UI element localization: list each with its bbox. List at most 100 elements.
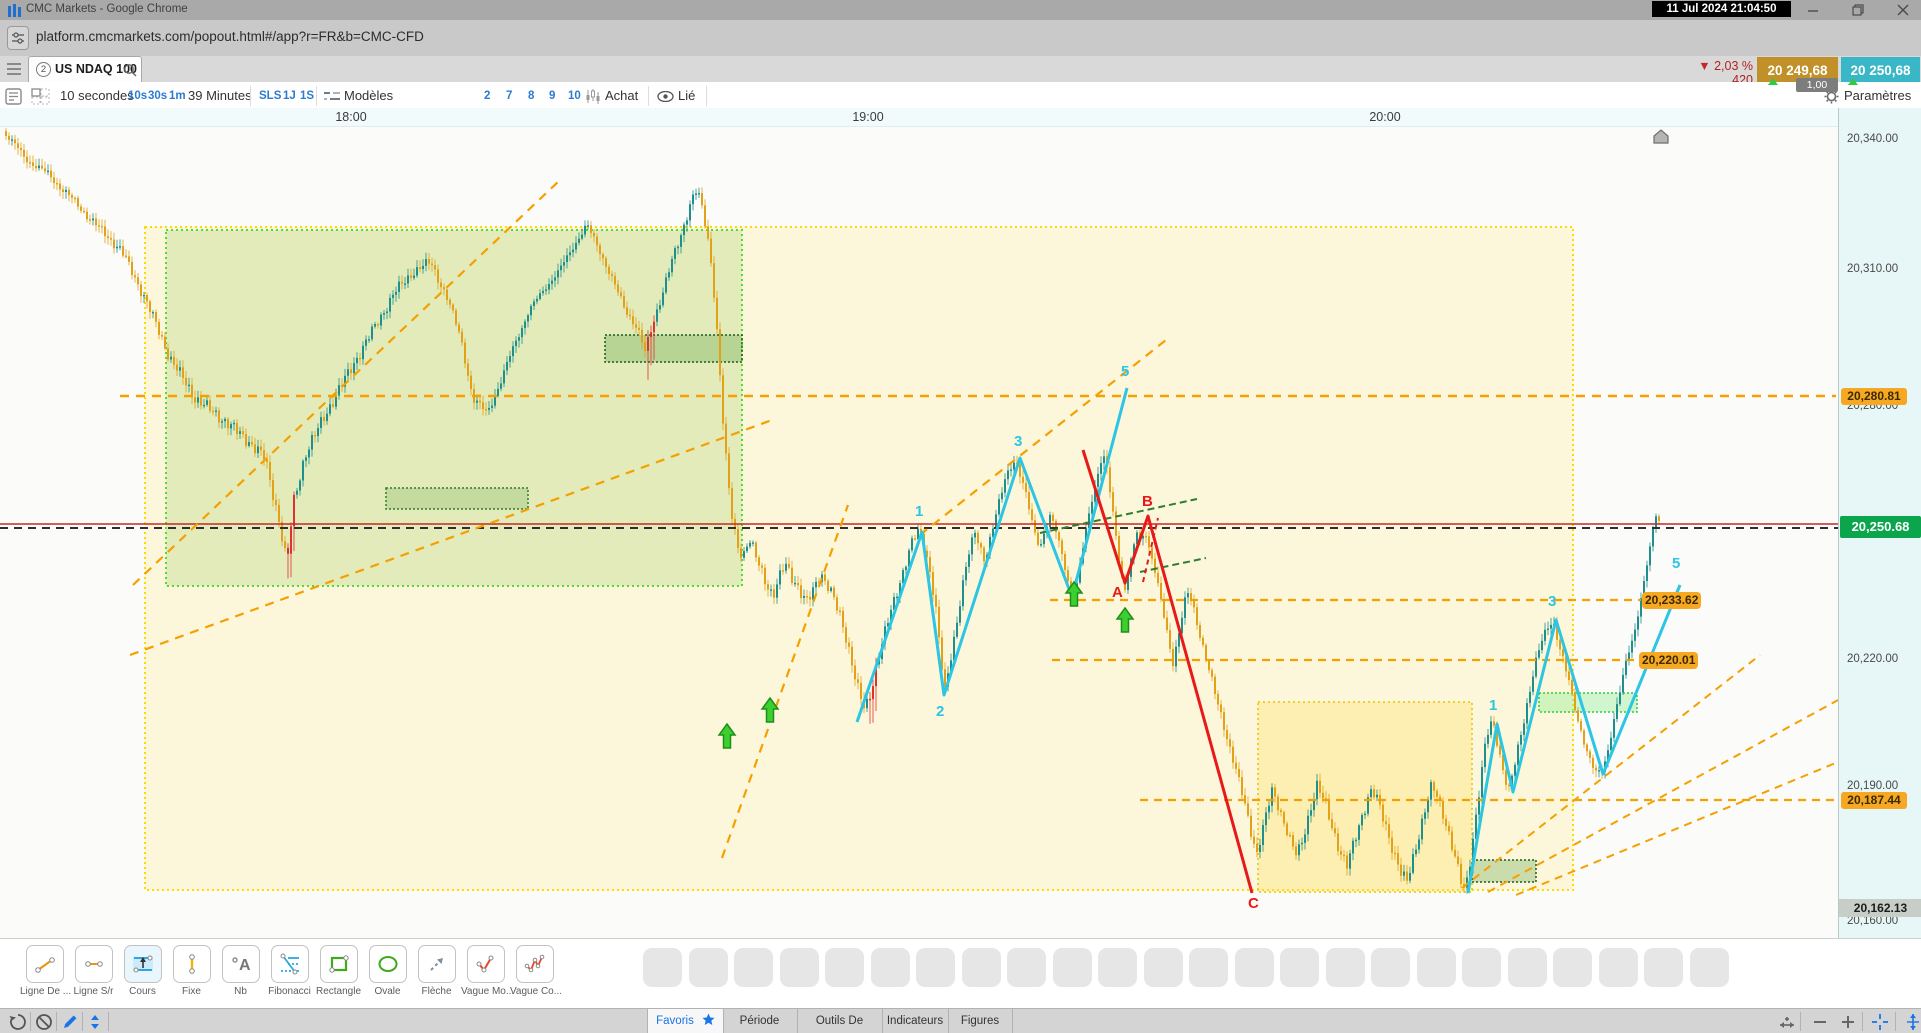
price-tick: 20,220.00 <box>1847 653 1899 665</box>
page-url[interactable]: platform.cmcmarkets.com/popout.html#/app… <box>36 29 424 44</box>
drawing-tool-fibonacci[interactable]: Fibonacci <box>265 945 314 997</box>
empty-tool-slot <box>870 948 910 987</box>
expand-horizontal-icon[interactable] <box>1778 1012 1798 1032</box>
empty-tool-slot <box>961 948 1001 987</box>
template-7[interactable]: 7 <box>506 82 512 110</box>
layout-grid-icon[interactable] <box>31 88 51 105</box>
disable-icon[interactable] <box>34 1012 54 1032</box>
zoom-out-icon[interactable] <box>1810 1012 1830 1032</box>
expand-vertical-icon[interactable] <box>1903 1012 1921 1032</box>
browser-address-bar[interactable]: platform.cmcmarkets.com/popout.html#/app… <box>0 20 1921 57</box>
restore-button[interactable] <box>1850 2 1866 18</box>
wave-label: C <box>1248 895 1259 912</box>
footer-tab-figures[interactable]: Figures <box>948 1009 1013 1033</box>
period-10s[interactable]: 10s <box>128 82 147 110</box>
empty-tool-slot <box>916 948 955 987</box>
dark-green-zone-2[interactable] <box>385 487 529 510</box>
template-10[interactable]: 10 <box>568 82 581 110</box>
empty-tool-slot <box>734 948 773 987</box>
drawing-tool-price-channel[interactable]: Cours <box>118 945 167 997</box>
templates-icon[interactable] <box>323 90 341 103</box>
drawing-tool-wave-corrective[interactable]: Vague Co... <box>510 945 562 997</box>
template-2[interactable]: 2 <box>484 82 490 110</box>
wave-label: 1 <box>915 503 923 520</box>
templates-button[interactable]: Modèles <box>344 82 393 110</box>
drawing-tool-label: Cours <box>129 986 156 997</box>
period-1m[interactable]: 1m <box>169 82 186 110</box>
time-tick: 20:00 <box>1369 110 1401 124</box>
drawing-tool-text-label[interactable]: A Nb <box>216 945 265 997</box>
period-sls[interactable]: SLS <box>259 82 281 110</box>
footer-tab-outils-de-dessin[interactable]: Outils De Dessin <box>797 1009 883 1033</box>
template-8[interactable]: 8 <box>528 82 534 110</box>
empty-tool-slot <box>1598 948 1638 987</box>
empty-tool-slot <box>1462 948 1501 987</box>
zoom-in-icon[interactable] <box>1838 1012 1858 1032</box>
trade-candles-icon <box>586 89 600 104</box>
wave-label: 3 <box>1548 593 1556 610</box>
price-chart[interactable]: 1 2 3 5 1 3 5 A B C <box>0 126 1838 938</box>
footer-tab-période[interactable]: Période <box>722 1009 798 1033</box>
wave-label: 5 <box>1672 555 1680 572</box>
footer-bar: FavorisPériodeOutils De DessinIndicateur… <box>0 1008 1921 1033</box>
template-9[interactable]: 9 <box>549 82 555 110</box>
drawing-tool-rectangle[interactable]: Rectangle <box>314 945 363 997</box>
price-channel-icon <box>132 955 153 973</box>
site-settings-icon[interactable] <box>7 26 29 50</box>
window-title: CMC Markets - Google Chrome <box>26 3 188 15</box>
time-tick: 19:00 <box>852 110 884 124</box>
empty-tool-slot <box>1644 948 1683 987</box>
instrument-tab[interactable]: 2 US NDAQ 100 <box>28 56 142 83</box>
empty-tool-slot <box>1143 948 1183 987</box>
drawing-tool-wave-motive[interactable]: Vague Mo... <box>461 945 514 997</box>
window-title-bar: CMC Markets - Google Chrome <box>0 0 1921 20</box>
empty-tool-slot <box>825 948 864 987</box>
price-axis[interactable]: 20,340.00 20,310.00 20,280.00 20,220.00 20,1… <box>1838 108 1921 938</box>
chart-toolbar: 10 secondes 10s 30s 1m 39 Minutes SLS 1J… <box>0 82 1921 111</box>
price-tick: 20,310.00 <box>1847 263 1899 275</box>
green-supply-zone[interactable] <box>165 229 743 587</box>
linked-button[interactable]: Lié <box>678 82 695 110</box>
fibonacci-icon <box>280 953 299 975</box>
pencil-icon[interactable] <box>60 1012 80 1032</box>
watchlist-icon[interactable] <box>5 88 23 105</box>
crosshair-icon[interactable] <box>1870 1012 1890 1032</box>
drawing-tool-horizontal-line[interactable]: Ligne S/r <box>69 945 118 997</box>
empty-tool-slot <box>1189 948 1228 987</box>
minimize-button[interactable] <box>1805 2 1821 18</box>
undo-icon[interactable] <box>8 1012 28 1032</box>
menu-icon[interactable] <box>6 62 22 76</box>
empty-tool-slot <box>1689 948 1729 987</box>
wave-motive-icon <box>476 955 493 973</box>
drawn-level-badge[interactable]: 20,233.62 <box>1642 592 1702 609</box>
empty-tool-slot <box>1507 948 1547 987</box>
empty-tool-slot <box>1007 948 1046 987</box>
scroll-marker-icon[interactable] <box>1653 129 1669 144</box>
empty-tool-slot <box>688 948 728 987</box>
drawing-tool-ellipse[interactable]: Ovale <box>363 945 412 997</box>
sort-arrows-icon[interactable] <box>86 1012 106 1032</box>
wave-label: B <box>1142 493 1153 510</box>
period-30s[interactable]: 30s <box>148 82 167 110</box>
period-1s[interactable]: 1S <box>300 82 314 110</box>
current-period[interactable]: 10 secondes <box>60 82 134 110</box>
close-icon[interactable] <box>1895 2 1911 18</box>
drawing-tool-label: Ligne De ... <box>20 986 72 997</box>
drawing-tool-label: Fixe <box>182 986 201 997</box>
settings-button[interactable]: Paramètres <box>1844 82 1911 110</box>
drawing-tool-vertical-line[interactable]: Fixe <box>167 945 216 997</box>
drawing-tool-arrow[interactable]: Flèche <box>412 945 461 997</box>
drawing-tool-trend-line[interactable]: Ligne De ... <box>20 945 72 997</box>
buy-mode-button[interactable]: Achat <box>605 82 638 110</box>
search-icon[interactable] <box>123 63 137 77</box>
empty-tool-slot <box>1553 948 1592 987</box>
time-axis[interactable]: 18:00 19:00 20:00 <box>0 108 1838 127</box>
green-flag-zone[interactable] <box>1538 692 1638 713</box>
wave-label: A <box>1112 584 1123 601</box>
footer-tab-favoris[interactable]: Favoris <box>647 1009 724 1033</box>
dark-green-zone-1[interactable] <box>604 334 743 363</box>
sell-up-triangle-icon <box>1768 78 1778 85</box>
period-1j[interactable]: 1J <box>283 82 296 110</box>
footer-tab-indicateurs[interactable]: Indicateurs <box>882 1009 949 1033</box>
drawn-level-badge[interactable]: 20,220.01 <box>1639 652 1699 669</box>
